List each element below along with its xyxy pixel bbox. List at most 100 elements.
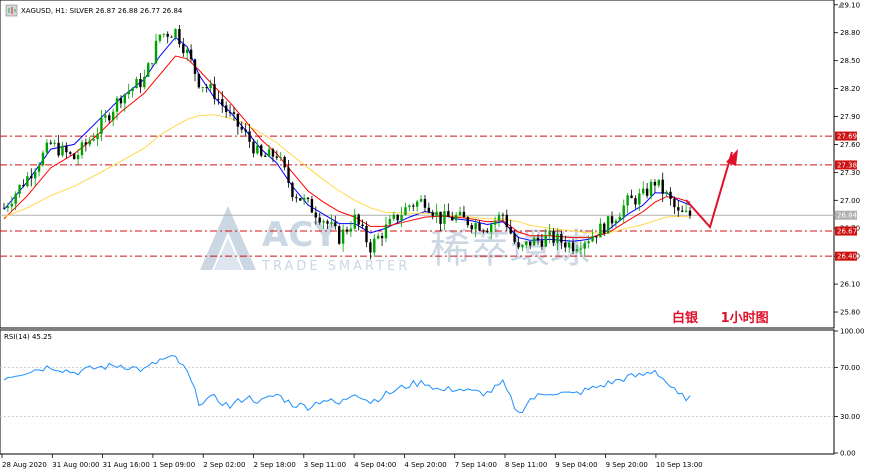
symbol-header: XAGUSD, H1: SILVER 26.87 26.88 26.77 26.… — [5, 4, 183, 17]
chart-stage: ACY TRADE SMARTER 稀萃環球 29.1028.8028.5028… — [0, 0, 870, 469]
candle-body — [552, 230, 555, 243]
candle-body — [61, 145, 64, 156]
candle-body — [108, 115, 111, 121]
candle-body — [677, 207, 680, 211]
candle-body — [571, 242, 575, 252]
candle-body — [14, 193, 17, 204]
candle-body — [232, 112, 236, 114]
candle-body — [681, 210, 684, 212]
price-tick-label: 28.50 — [840, 57, 860, 65]
candle-body — [174, 29, 177, 38]
candle-body — [634, 198, 637, 205]
price-tick-label: 26.10 — [840, 281, 860, 289]
rsi-panel[interactable]: 100.00 70.00 30.00 0.00 RSI(14) 45.25 — [0, 328, 865, 458]
time-tick-label: 9 Sep 20:00 — [606, 461, 648, 469]
candle-body — [447, 211, 450, 217]
candle-body — [193, 59, 197, 74]
candle-body — [642, 188, 645, 194]
chart-caption: 白银 1小时图 — [672, 310, 769, 326]
candle-body — [244, 129, 247, 132]
candle-body — [614, 220, 618, 224]
candle-body — [490, 224, 493, 233]
candle-body — [564, 242, 567, 248]
candle-body — [147, 63, 150, 77]
price-chart-frame — [0, 0, 835, 329]
candle-body — [610, 216, 614, 224]
price-tick-label: 25.80 — [840, 309, 860, 317]
candle-body — [267, 149, 271, 157]
candle-body — [213, 84, 216, 99]
candle-body — [419, 199, 423, 202]
candle-body — [92, 139, 95, 141]
candle-body — [123, 94, 127, 104]
rsi-label: RSI(14) 45.25 — [4, 333, 52, 341]
candle-body — [139, 78, 142, 88]
candle-body — [185, 49, 189, 54]
candle-body — [111, 111, 115, 121]
candle-body — [657, 179, 661, 186]
scroll-up-icon[interactable]: ▲ — [838, 0, 845, 9]
time-tick-label: 3 Sep 11:00 — [304, 461, 346, 469]
candle-body — [170, 36, 173, 38]
candle-body — [575, 249, 579, 252]
candle-body — [310, 199, 314, 213]
candle-body — [260, 145, 263, 156]
candle-body — [528, 241, 532, 246]
candle-body — [201, 87, 204, 88]
candle-body — [345, 229, 349, 232]
candle-body — [158, 34, 162, 41]
candle-body — [684, 210, 688, 212]
candle-body — [556, 233, 559, 243]
candle-body — [591, 236, 594, 242]
candle-body — [150, 63, 154, 64]
candle-body — [443, 211, 446, 224]
candle-body — [143, 76, 146, 88]
candle-body — [649, 181, 653, 196]
current-price-tag-label: 26.84 — [837, 212, 858, 220]
price-tick-label: 28.80 — [840, 29, 860, 37]
time-axis: 28 Aug 2020 31 Aug 00:00 31 Aug 16:00 1 Sep… — [1, 454, 703, 469]
candle-body — [509, 227, 512, 234]
candle-body — [525, 241, 528, 246]
price-chart-panel[interactable]: ACY TRADE SMARTER 稀萃環球 29.1028.8028.5028… — [0, 0, 870, 329]
candle-body — [302, 197, 306, 201]
time-tick-label: 10 Sep 13:00 — [656, 461, 703, 469]
candle-body — [283, 156, 286, 168]
candle-body — [76, 155, 80, 160]
candle-body — [688, 210, 692, 216]
candle-body — [338, 226, 341, 244]
time-tick-label: 31 Aug 00:00 — [52, 461, 99, 469]
candle-body — [415, 201, 419, 207]
time-tick-label: 4 Sep 20:00 — [404, 461, 446, 469]
candle-body — [357, 214, 360, 225]
candle-body — [505, 214, 509, 228]
candle-body — [115, 98, 119, 112]
candle-body — [376, 235, 380, 239]
price-tick-label: 27.00 — [840, 197, 860, 205]
candle-body — [135, 78, 138, 89]
time-tick-label: 8 Sep 11:00 — [505, 461, 547, 469]
candle-body — [548, 230, 551, 236]
candle-body — [439, 211, 442, 224]
candle-body — [462, 211, 466, 218]
candle-body — [84, 142, 88, 145]
candle-body — [80, 142, 84, 156]
candle-body — [248, 131, 251, 142]
candle-body — [178, 29, 181, 45]
price-tick-label: 27.60 — [840, 141, 860, 149]
time-tick-label: 2 Sep 02:00 — [203, 461, 245, 469]
level-tag-label: 26.67 — [837, 228, 857, 236]
candle-body — [521, 245, 524, 248]
candle-body — [37, 165, 41, 172]
candle-body — [240, 126, 243, 130]
candle-body — [638, 193, 641, 205]
rsi-frame — [0, 329, 835, 455]
candle-body — [665, 191, 668, 194]
candle-body — [349, 228, 353, 232]
candle-body — [365, 226, 368, 243]
candle-body — [493, 220, 497, 225]
candle-body — [369, 242, 372, 253]
rsi-tick-label: 100.00 — [840, 328, 865, 336]
price-tick-label: 27.30 — [840, 169, 860, 177]
candle-body — [100, 117, 103, 134]
